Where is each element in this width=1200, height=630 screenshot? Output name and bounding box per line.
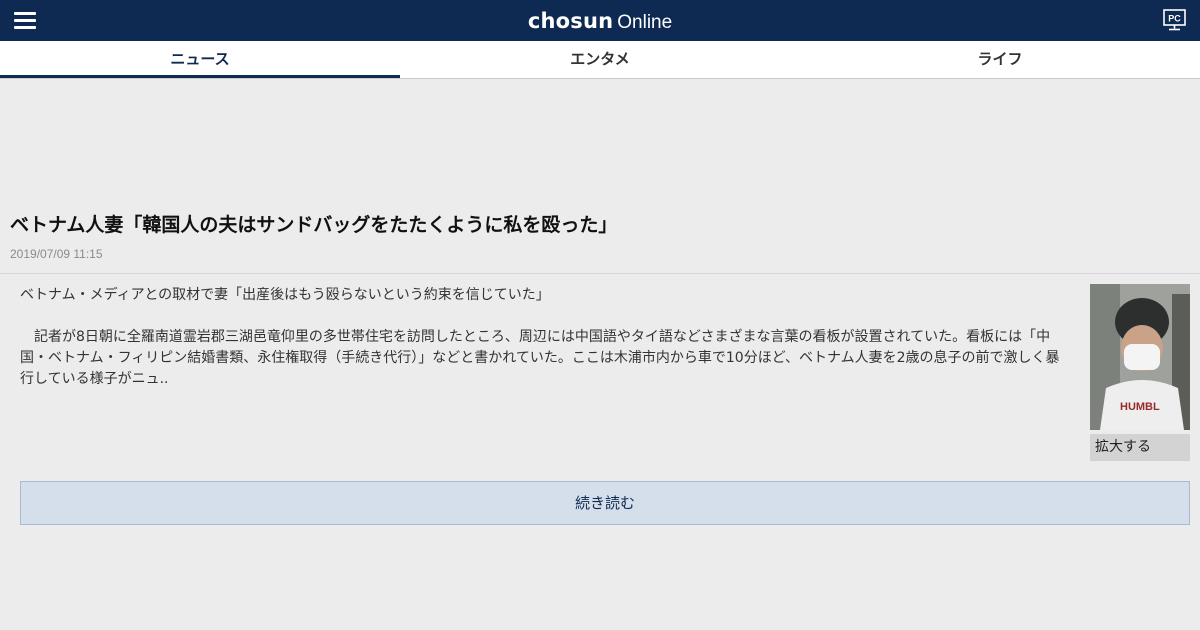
tab-news[interactable]: ニュース [0,41,400,78]
enlarge-photo-button[interactable]: 拡大する [1090,434,1190,461]
article-title: ベトナム人妻「韓国人の夫はサンドバッグをたたくように私を殴った」 [10,214,618,236]
divider [0,273,1200,274]
logo-brand: chosun [527,9,614,33]
site-logo[interactable]: chosun Online [0,0,1200,41]
pc-version-button[interactable]: PC [1163,9,1186,31]
photo-shirt-text: HUMBL [1120,401,1160,413]
read-more-button[interactable]: 続き読む [20,481,1190,525]
photo-image: HUMBL [1090,284,1190,430]
tab-life[interactable]: ライフ [800,41,1200,78]
article-photo[interactable]: HUMBL [1090,284,1190,430]
category-tabs: ニュース エンタメ ライフ [0,41,1200,79]
tab-entertainment[interactable]: エンタメ [400,41,800,78]
top-header: chosun Online PC [0,0,1200,41]
pc-label: PC [1168,14,1181,24]
article-lead: ベトナム・メディアとの取材で妻「出産後はもう殴らないという約束を信じていた」 [20,287,550,303]
monitor-icon: PC [1163,9,1186,31]
article-body: 記者が8日朝に全羅南道霊岩郡三湖邑竜仰里の多世帯住宅を訪問したところ、周辺には中… [20,329,1060,387]
logo-suffix: Online [617,12,673,33]
article-date: 2019/07/09 11:15 [10,247,103,261]
